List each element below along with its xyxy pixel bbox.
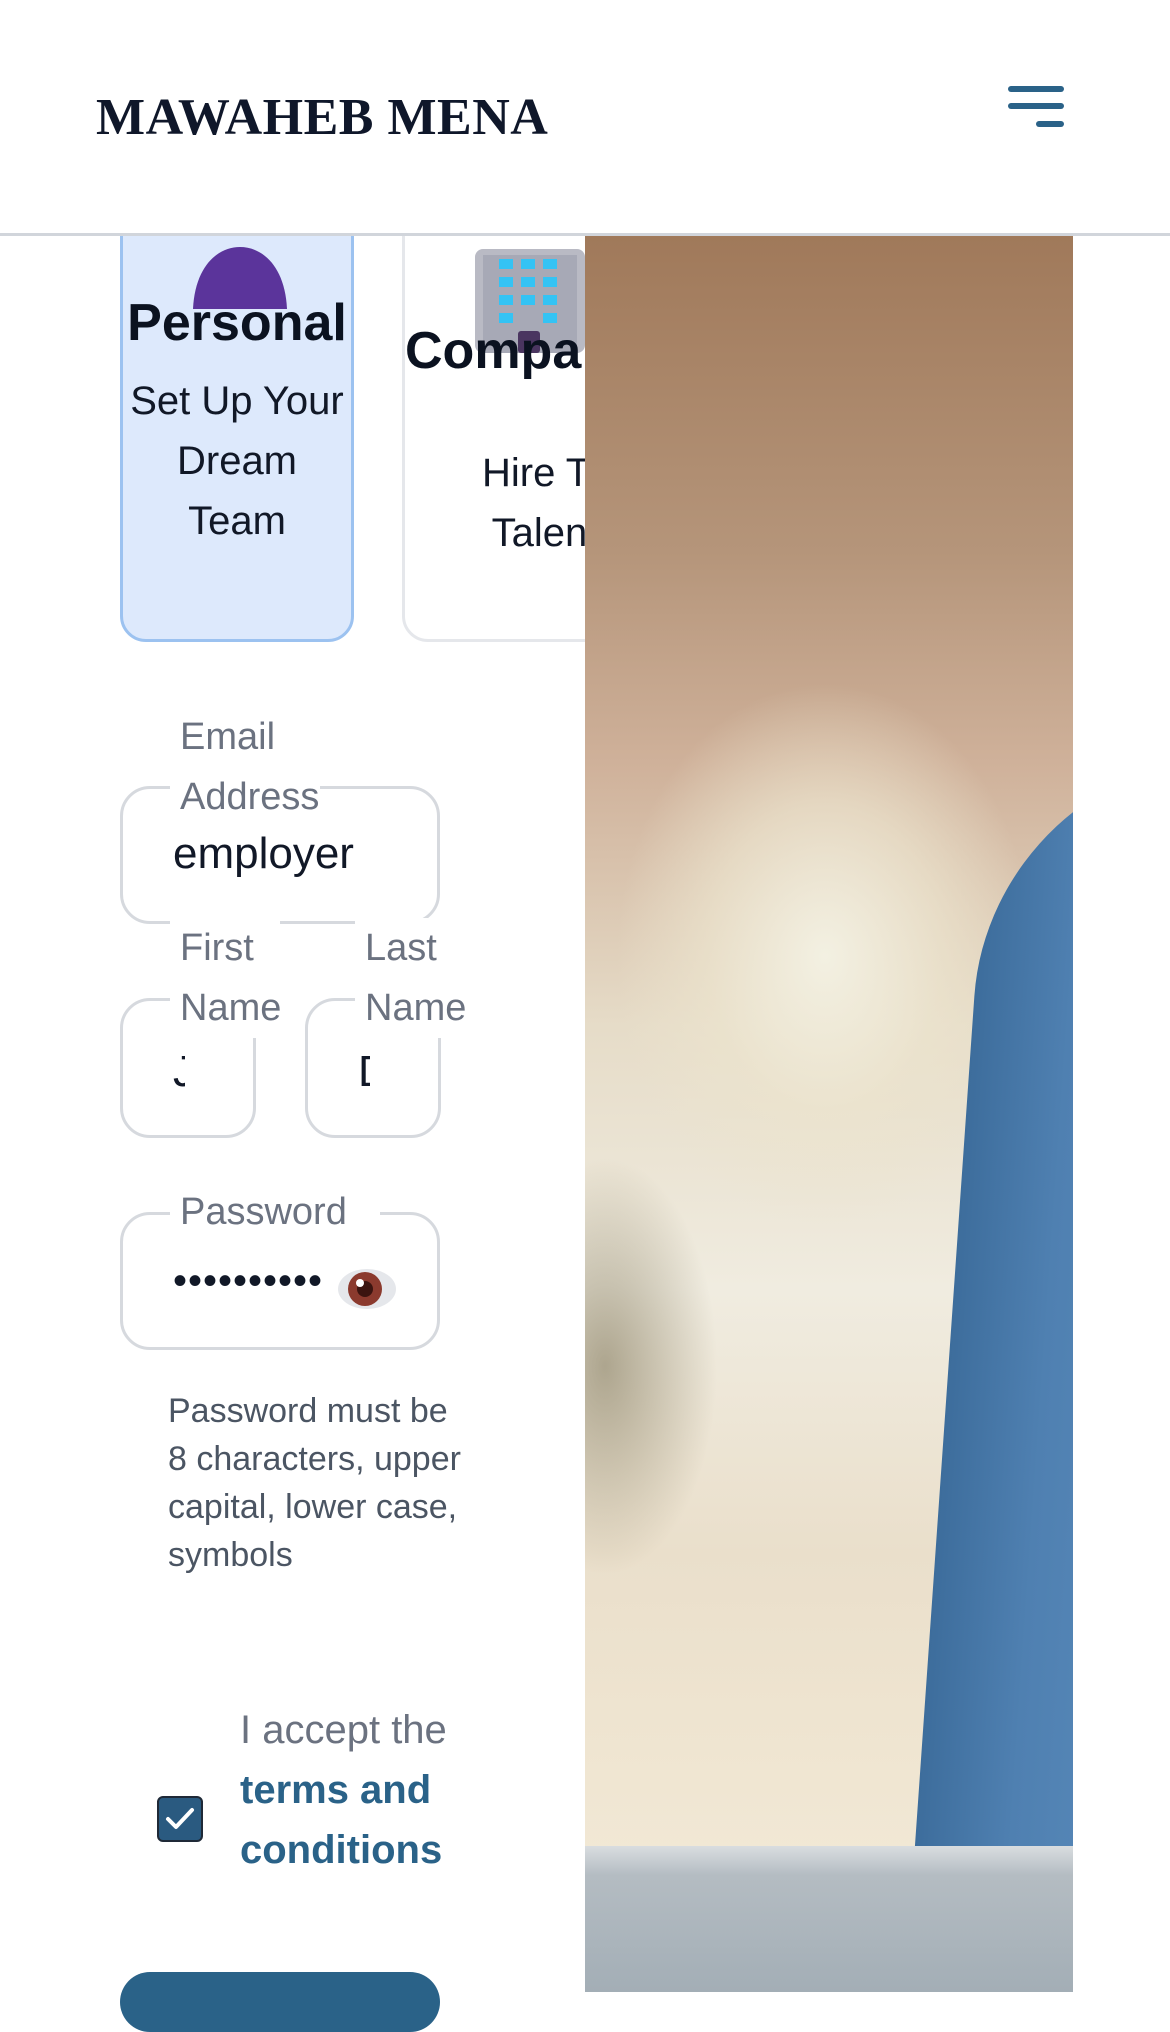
last-name-label: Last Name [355, 918, 495, 1038]
last-name-input[interactable]: D [358, 1047, 370, 1097]
company-card-title: Compa [405, 322, 582, 380]
terms-link[interactable]: terms and conditions [240, 1768, 442, 1872]
account-type-personal-card[interactable]: Personal Set Up Your Dream Team [120, 190, 354, 642]
terms-checkbox[interactable] [157, 1796, 203, 1842]
hero-photo [585, 236, 1073, 1992]
checkmark-icon [166, 1808, 194, 1829]
personal-card-title: Personal [127, 294, 347, 352]
eye-icon[interactable] [337, 1267, 397, 1311]
password-hint: Password must be 8 characters, upper cap… [168, 1392, 461, 1574]
brand-logo-text[interactable]: MAWAHEB MENA [96, 88, 548, 147]
terms-text: I accept the terms and conditions [240, 1700, 480, 1880]
hamburger-menu-icon[interactable] [1008, 82, 1066, 132]
first-name-input[interactable]: J [173, 1047, 185, 1097]
password-label: Password [170, 1182, 380, 1242]
top-navbar: MAWAHEB MENA [0, 0, 1170, 236]
first-name-label: First Name [170, 918, 281, 1038]
submit-button[interactable] [120, 1972, 440, 2032]
email-input[interactable]: employer [173, 829, 403, 879]
terms-prefix: I accept the [240, 1708, 447, 1752]
email-label: Email Address [170, 707, 320, 827]
personal-card-subtitle: Set Up Your Dream Team [130, 379, 344, 543]
